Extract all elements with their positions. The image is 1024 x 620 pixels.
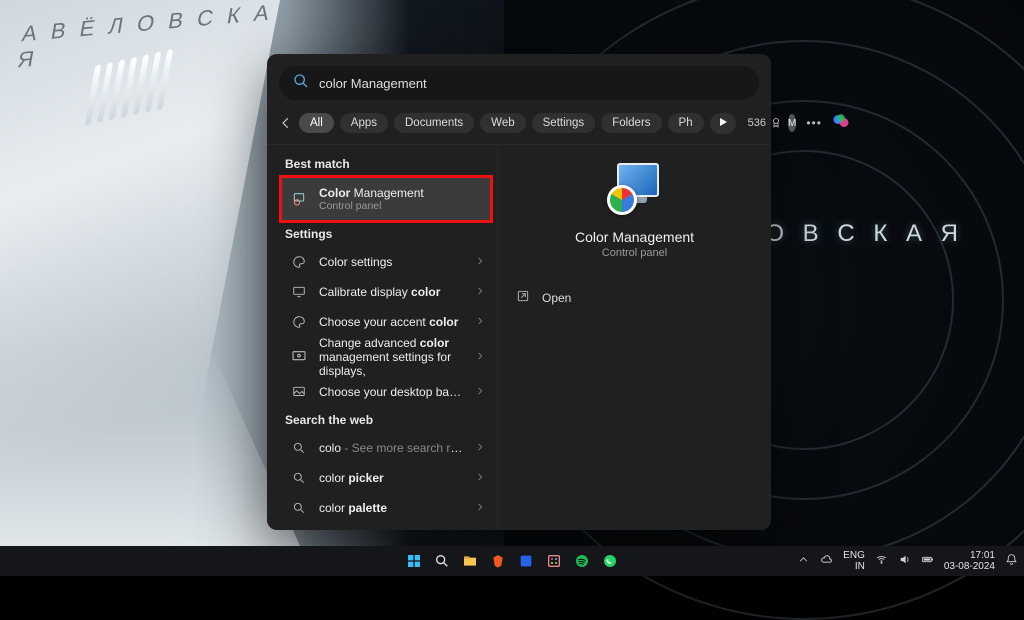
tray-notifications-icon[interactable] xyxy=(1005,553,1018,569)
tray-chevron-icon[interactable] xyxy=(797,553,810,569)
image-icon xyxy=(289,382,309,402)
start-search-panel: All Apps Documents Web Settings Folders … xyxy=(267,54,771,530)
tab-documents[interactable]: Documents xyxy=(394,113,474,133)
chevron-right-icon xyxy=(475,283,489,301)
tray-cloud-icon[interactable] xyxy=(820,553,833,569)
chevron-right-icon xyxy=(475,439,489,457)
web-result-color[interactable]: color xyxy=(281,523,497,530)
search-icon xyxy=(289,528,309,530)
taskbar-app-blue[interactable] xyxy=(515,550,537,572)
action-open[interactable]: Open xyxy=(498,279,771,316)
tray-wifi-icon[interactable] xyxy=(875,553,888,569)
search-icon xyxy=(289,438,309,458)
detail-title: Color Management xyxy=(575,229,694,245)
tab-photos[interactable]: Ph xyxy=(668,113,704,133)
open-icon xyxy=(516,289,530,306)
web-result-colo[interactable]: colo - See more search results xyxy=(281,433,497,463)
palette-icon xyxy=(289,312,309,332)
tab-apps[interactable]: Apps xyxy=(340,113,388,133)
section-settings: Settings xyxy=(281,221,497,247)
tab-folders[interactable]: Folders xyxy=(601,113,661,133)
results-column: Best match Color Management Control pane… xyxy=(267,145,497,530)
search-box[interactable] xyxy=(279,66,759,100)
taskbar-spotify[interactable] xyxy=(571,550,593,572)
web-result-color-picker[interactable]: color picker xyxy=(281,463,497,493)
rewards-points[interactable]: 536 xyxy=(748,117,782,129)
detail-subtitle: Control panel xyxy=(602,247,667,259)
tab-web[interactable]: Web xyxy=(480,113,525,133)
search-icon xyxy=(289,498,309,518)
display-settings-icon xyxy=(289,347,309,367)
chevron-right-icon xyxy=(475,469,489,487)
setting-advanced-color-mgmt[interactable]: Change advanced color management setting… xyxy=(281,337,497,377)
tray-language[interactable]: ENGIN xyxy=(843,550,865,572)
chevron-right-icon xyxy=(475,383,489,401)
search-input[interactable] xyxy=(319,76,745,91)
chevron-right-icon xyxy=(475,313,489,331)
section-search-web: Search the web xyxy=(281,407,497,433)
taskbar-explorer[interactable] xyxy=(459,550,481,572)
section-best-match: Best match xyxy=(281,151,497,177)
monitor-icon xyxy=(289,282,309,302)
setting-calibrate-display[interactable]: Calibrate display color xyxy=(281,277,497,307)
search-icon xyxy=(289,468,309,488)
tab-all[interactable]: All xyxy=(299,113,334,133)
setting-color-settings[interactable]: Color settings xyxy=(281,247,497,277)
copilot-icon[interactable] xyxy=(832,112,850,135)
back-button[interactable] xyxy=(279,110,293,136)
wallpaper-sign: О В С К А Я xyxy=(765,220,964,248)
palette-icon xyxy=(289,252,309,272)
start-button[interactable] xyxy=(403,550,425,572)
taskbar-app-red[interactable] xyxy=(543,550,565,572)
web-result-color-palette[interactable]: color palette xyxy=(281,493,497,523)
taskbar-whatsapp[interactable] xyxy=(599,550,621,572)
search-icon xyxy=(293,73,309,94)
tab-more[interactable] xyxy=(710,113,736,134)
chevron-right-icon xyxy=(475,529,489,530)
taskbar-brave[interactable] xyxy=(487,550,509,572)
taskbar-search[interactable] xyxy=(431,550,453,572)
tray-volume-icon[interactable] xyxy=(898,553,911,569)
tray-battery-icon[interactable] xyxy=(921,553,934,569)
chevron-right-icon xyxy=(475,253,489,271)
tab-settings[interactable]: Settings xyxy=(532,113,596,133)
result-large-icon xyxy=(607,163,663,219)
chevron-right-icon xyxy=(475,348,489,366)
search-tabs: All Apps Documents Web Settings Folders … xyxy=(267,106,771,145)
detail-pane: Color Management Control panel Open xyxy=(497,145,771,530)
best-match-result[interactable]: Color Management Control panel xyxy=(281,177,491,221)
more-options[interactable]: ••• xyxy=(802,116,826,130)
taskbar[interactable]: ENGIN 17:0103-08-2024 xyxy=(0,546,1024,576)
setting-accent-color[interactable]: Choose your accent color xyxy=(281,307,497,337)
setting-desktop-background[interactable]: Choose your desktop background xyxy=(281,377,497,407)
chevron-right-icon xyxy=(475,499,489,517)
color-management-icon xyxy=(289,189,309,209)
tray-clock[interactable]: 17:0103-08-2024 xyxy=(944,550,995,572)
